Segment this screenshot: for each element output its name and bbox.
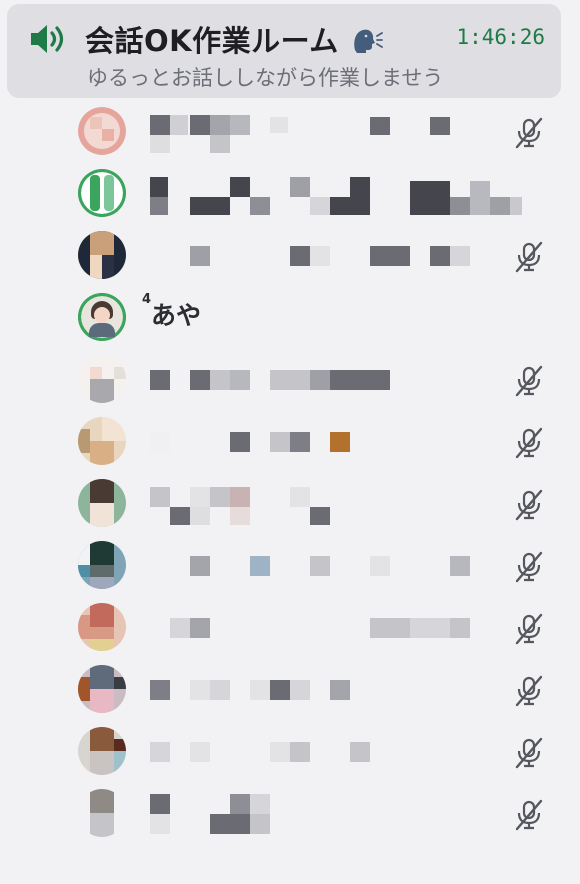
avatar[interactable]: [78, 355, 126, 403]
member-row[interactable]: [0, 410, 580, 472]
member-row[interactable]: [0, 782, 580, 844]
mic-off-icon: [515, 675, 543, 707]
mic-off-icon: [515, 489, 543, 521]
member-row[interactable]: [0, 224, 580, 286]
member-list: 4あや: [0, 100, 580, 844]
speaking-head-icon: [354, 29, 383, 53]
speaker-icon: [31, 25, 64, 53]
redacted-username: [148, 792, 528, 834]
member-row[interactable]: [0, 100, 580, 162]
redacted-username: [148, 234, 528, 276]
avatar[interactable]: [78, 541, 126, 589]
call-timer: 1:46:26: [456, 25, 545, 49]
avatar[interactable]: [78, 727, 126, 775]
member-row[interactable]: [0, 720, 580, 782]
avatar[interactable]: [78, 789, 126, 837]
avatar[interactable]: [78, 479, 126, 527]
mic-off-icon: [515, 551, 543, 583]
avatar[interactable]: [78, 107, 126, 155]
member-name: 4あや: [142, 292, 202, 330]
avatar[interactable]: [78, 231, 126, 279]
avatar[interactable]: [78, 603, 126, 651]
redacted-username: [148, 606, 528, 648]
mic-off-icon: [515, 799, 543, 831]
redacted-username: [148, 110, 528, 153]
member-row[interactable]: [0, 596, 580, 658]
redacted-username: [148, 668, 528, 710]
mic-off-icon: [515, 241, 543, 273]
channel-topic: ゆるっとお話ししながら作業しませう: [87, 66, 444, 90]
mic-off-icon: [515, 613, 543, 645]
voice-channel-header[interactable]: 会話OK作業ルーム 1:46:26 ゆるっとお話ししながら作業しませう: [7, 4, 561, 98]
member-row[interactable]: [0, 472, 580, 534]
mic-off-icon: [515, 117, 543, 149]
member-row[interactable]: [0, 162, 580, 224]
mic-off-icon: [515, 365, 543, 397]
mic-off-icon: [515, 427, 543, 459]
member-row[interactable]: [0, 534, 580, 596]
avatar[interactable]: [78, 665, 126, 713]
avatar[interactable]: [78, 293, 126, 341]
redacted-username: [148, 420, 528, 462]
mic-off-icon: [515, 737, 543, 769]
redacted-username: [148, 730, 528, 772]
member-row[interactable]: 4あや: [0, 286, 580, 348]
redacted-username: [148, 172, 528, 215]
channel-name: 会話OK作業ルーム: [85, 24, 339, 58]
redacted-username: [148, 358, 528, 400]
redacted-username: [148, 544, 528, 586]
avatar[interactable]: [78, 169, 126, 217]
member-row[interactable]: [0, 658, 580, 720]
redacted-username: [148, 482, 528, 525]
member-row[interactable]: [0, 348, 580, 410]
avatar[interactable]: [78, 417, 126, 465]
